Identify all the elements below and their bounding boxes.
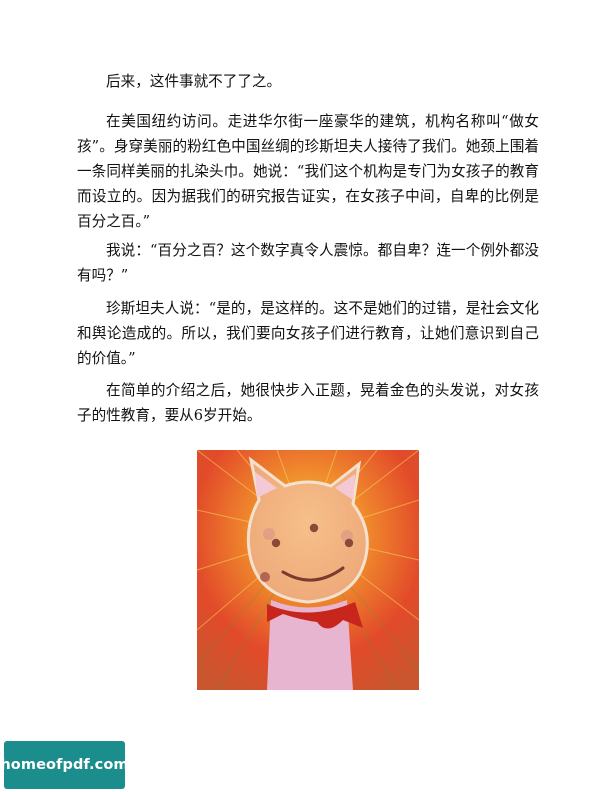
smiling-cat-girl-illustration — [197, 450, 419, 690]
watermark-logo: homeofpdf.com — [0, 741, 129, 789]
paragraph-3: 我说：“百分之百？这个数字真令人震惊。都自卑？连一个例外都没有吗？” — [77, 242, 539, 284]
paragraph-2: 在美国纽约访问。走进华尔街一座豪华的建筑，机构名称叫“做女孩”。身穿美丽的粉红色… — [77, 113, 539, 230]
watermark-text: homeofpdf.com — [0, 757, 129, 773]
paragraph-4: 珍斯坦夫人说：“是的，是这样的。这不是她们的过错，是社会文化和舆论造成的。所以，… — [77, 300, 539, 367]
paragraph-5: 在简单的介绍之后，她很快步入正题，晃着金色的头发说，对女孩子的性教育，要从6岁开… — [77, 382, 539, 424]
document-page: 后来，这件事就不了了之。 在美国纽约访问。走进华尔街一座豪华的建筑，机构名称叫“… — [0, 0, 612, 792]
paragraph-1: 后来，这件事就不了了之。 — [106, 73, 282, 90]
